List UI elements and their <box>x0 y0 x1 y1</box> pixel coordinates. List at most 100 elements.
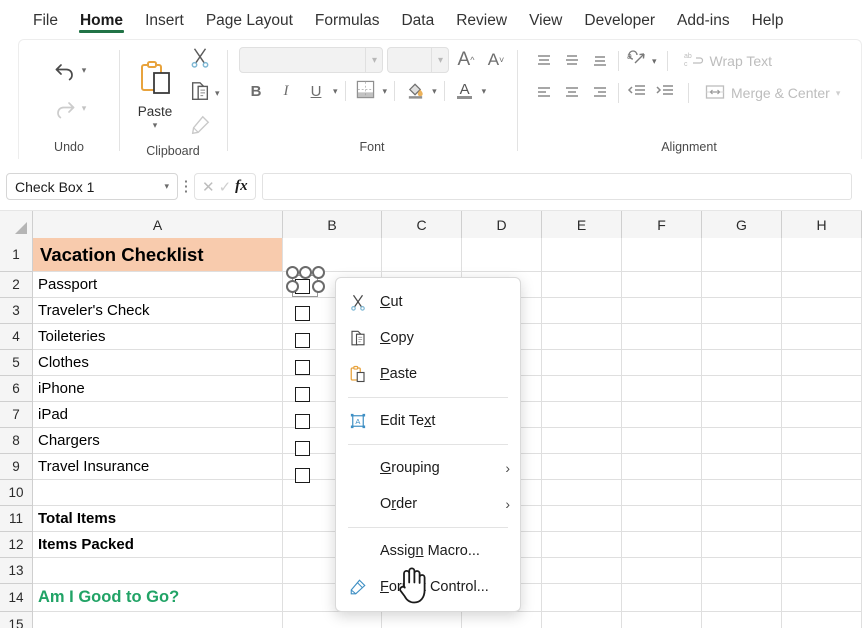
cell-G9[interactable] <box>702 454 782 479</box>
cell-F7[interactable] <box>622 402 702 427</box>
cell-F8[interactable] <box>622 428 702 453</box>
cell-G1[interactable] <box>702 238 782 271</box>
cell-G6[interactable] <box>702 376 782 401</box>
context-menu-item-cut[interactable]: Cut <box>336 284 520 320</box>
cell-H4[interactable] <box>782 324 862 349</box>
name-box-chevron-icon[interactable]: ▾ <box>164 181 169 192</box>
font-size-input[interactable]: ▾ <box>387 47 449 73</box>
cancel-x-icon[interactable]: ✕ <box>202 178 215 196</box>
checkbox-control-row-3[interactable] <box>295 306 310 321</box>
column-header-G[interactable]: G <box>702 211 782 238</box>
row-header-2[interactable]: 2 <box>0 272 33 298</box>
context-menu-item-assign-macro[interactable]: Assign Macro... <box>336 533 520 569</box>
italic-button[interactable]: I <box>273 78 299 104</box>
cell-A14[interactable]: Am I Good to Go? <box>33 584 283 611</box>
align-top-button[interactable] <box>531 48 557 74</box>
cell-D1[interactable] <box>462 238 542 271</box>
cell-C1[interactable] <box>382 238 462 271</box>
cell-A3[interactable]: Traveler's Check <box>33 298 283 323</box>
orientation-dropdown-chevron-icon[interactable]: ▾ <box>652 56 657 67</box>
font-name-input[interactable]: ▾ <box>239 47 383 73</box>
context-menu-item-format-control[interactable]: Format Control... <box>336 569 520 605</box>
merge-center-button[interactable]: Merge & Center ▾ <box>699 83 840 104</box>
ribbon-tab-add-ins[interactable]: Add-ins <box>666 13 741 36</box>
align-bottom-button[interactable] <box>587 48 613 74</box>
cell-A11[interactable]: Total Items <box>33 506 283 531</box>
cell-A4[interactable]: Toileteries <box>33 324 283 349</box>
column-header-D[interactable]: D <box>462 211 542 238</box>
cell-E4[interactable] <box>542 324 622 349</box>
cell-F12[interactable] <box>622 532 702 557</box>
row-header-14[interactable]: 14 <box>0 584 33 612</box>
row-header-12[interactable]: 12 <box>0 532 33 558</box>
row-header-5[interactable]: 5 <box>0 350 33 376</box>
row-header-15[interactable]: 15 <box>0 612 33 628</box>
cell-E1[interactable] <box>542 238 622 271</box>
decrease-indent-button[interactable] <box>624 80 650 106</box>
align-center-button[interactable] <box>559 80 585 106</box>
cell-F9[interactable] <box>622 454 702 479</box>
cell-A6[interactable]: iPhone <box>33 376 283 401</box>
cell-E3[interactable] <box>542 298 622 323</box>
ribbon-tab-view[interactable]: View <box>518 13 573 36</box>
cell-E10[interactable] <box>542 480 622 505</box>
context-menu-item-order[interactable]: Order› <box>336 486 520 522</box>
redo-button[interactable]: ▾ <box>52 91 87 127</box>
cell-A12[interactable]: Items Packed <box>33 532 283 557</box>
cell-G12[interactable] <box>702 532 782 557</box>
ribbon-tab-insert[interactable]: Insert <box>134 13 195 36</box>
copy-button[interactable]: ▾ <box>189 78 220 108</box>
cell-F6[interactable] <box>622 376 702 401</box>
context-menu-item-copy[interactable]: Copy <box>336 320 520 356</box>
format-painter-button[interactable] <box>189 112 220 142</box>
checkbox-control-row-7[interactable] <box>295 414 310 429</box>
cell-F1[interactable] <box>622 238 702 271</box>
cell-C15[interactable] <box>382 612 462 628</box>
borders-button[interactable] <box>353 78 379 104</box>
cell-E11[interactable] <box>542 506 622 531</box>
wrap-text-button[interactable]: ab c Wrap Text <box>678 51 773 72</box>
insert-function-icon[interactable]: fx <box>235 178 248 195</box>
row-header-13[interactable]: 13 <box>0 558 33 584</box>
name-box[interactable]: Check Box 1 ▾ <box>6 173 178 200</box>
cell-F4[interactable] <box>622 324 702 349</box>
cell-H14[interactable] <box>782 584 862 611</box>
cell-E6[interactable] <box>542 376 622 401</box>
cell-H8[interactable] <box>782 428 862 453</box>
font-color-dropdown-chevron-icon[interactable]: ▾ <box>482 86 487 97</box>
context-menu-item-grouping[interactable]: Grouping› <box>336 450 520 486</box>
font-color-button[interactable]: A <box>452 78 478 104</box>
enter-check-icon[interactable]: ✓ <box>219 178 232 196</box>
column-header-E[interactable]: E <box>542 211 622 238</box>
cell-H10[interactable] <box>782 480 862 505</box>
cell-H11[interactable] <box>782 506 862 531</box>
cell-H1[interactable] <box>782 238 862 271</box>
cell-H3[interactable] <box>782 298 862 323</box>
cell-G11[interactable] <box>702 506 782 531</box>
cell-A15[interactable] <box>33 612 283 628</box>
row-header-1[interactable]: 1 <box>0 238 33 272</box>
cell-E7[interactable] <box>542 402 622 427</box>
orientation-button[interactable]: a <box>624 48 650 74</box>
resize-handle-middle-right[interactable] <box>312 280 325 293</box>
ribbon-tab-developer[interactable]: Developer <box>573 13 666 36</box>
cell-E5[interactable] <box>542 350 622 375</box>
cell-F13[interactable] <box>622 558 702 583</box>
resize-handle-top-left[interactable] <box>286 266 299 279</box>
merge-center-dropdown-chevron-icon[interactable]: ▾ <box>836 88 841 99</box>
decrease-font-size-button[interactable]: A˅ <box>483 47 509 73</box>
cell-H6[interactable] <box>782 376 862 401</box>
cell-E13[interactable] <box>542 558 622 583</box>
cell-H2[interactable] <box>782 272 862 297</box>
align-right-button[interactable] <box>587 80 613 106</box>
cell-F11[interactable] <box>622 506 702 531</box>
column-header-F[interactable]: F <box>622 211 702 238</box>
cell-A5[interactable]: Clothes <box>33 350 283 375</box>
formula-bar-options-kebab-icon[interactable]: ⋮ <box>178 183 194 191</box>
context-menu-item-edit-text[interactable]: AEdit Text <box>336 403 520 439</box>
row-header-6[interactable]: 6 <box>0 376 33 402</box>
undo-button[interactable]: ▾ <box>52 53 87 89</box>
cell-A1[interactable]: Vacation Checklist <box>33 238 283 271</box>
cell-A9[interactable]: Travel Insurance <box>33 454 283 479</box>
checkbox-control-row-6[interactable] <box>295 387 310 402</box>
